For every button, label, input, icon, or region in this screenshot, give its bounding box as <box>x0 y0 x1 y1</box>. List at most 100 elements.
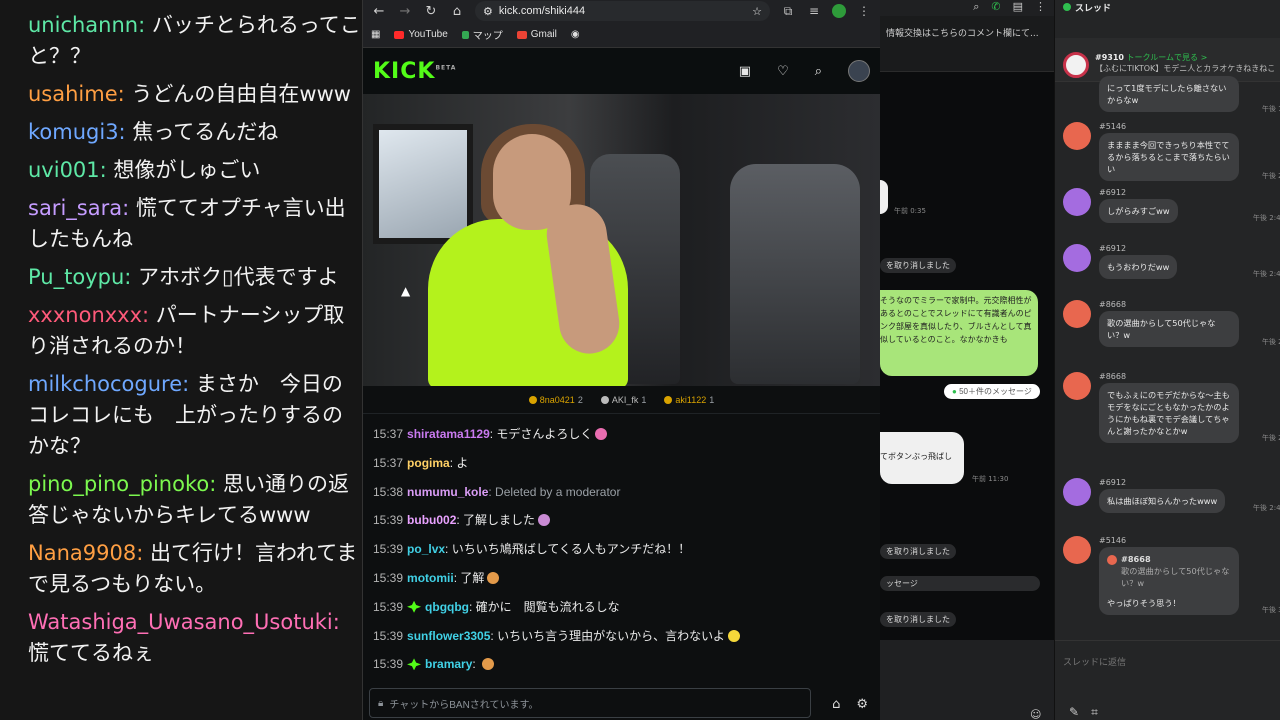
line-input-area[interactable]: ☺ <box>880 640 1054 720</box>
thread-message-body: #8668 歌の選曲からして50代じゃない？w <box>1099 300 1239 347</box>
thread-timestamp: 午後 2:43 <box>1253 270 1280 278</box>
thread-status-icon <box>1063 3 1071 11</box>
thread-message-body: #5146 まままま今回できっちり本性でてるから落ちるとこまで落ちたらいい <box>1099 122 1239 181</box>
forward-icon[interactable]: → <box>397 4 413 19</box>
bookmarks-bar: ▦ YouTube マップ Gmail ◉ <box>363 22 880 48</box>
chat-text: : いちいち言う理由がないから、言わないよ <box>490 628 725 643</box>
origin-avatar <box>1063 52 1089 78</box>
green-bubble[interactable]: そうなのでミラーで家制中。元交際相性があるとのことでスレッドにて有識者んのピンク… <box>880 290 1038 376</box>
crop-icon[interactable]: ⌗ <box>1091 705 1098 720</box>
chat-username[interactable]: numumu_kole <box>407 485 488 499</box>
line-announcement[interactable]: 情報交換はこちらのコメント欄にて... <box>880 16 1054 72</box>
settings-gear-icon[interactable]: ⚙ <box>856 697 868 712</box>
bookmark-youtube[interactable]: YouTube <box>394 29 448 40</box>
site-info-icon[interactable]: ⚙ <box>483 5 493 18</box>
top-gifter[interactable]: aki1122 1 <box>664 395 714 405</box>
kick-chat-message[interactable]: 15:39 bubu002: 了解しました <box>373 512 870 528</box>
thread-message[interactable]: #6912 しがらみすごww 午後 2:42 <box>1063 188 1280 223</box>
chat-input[interactable]: 🔒︎ チャットからBANされています。 <box>369 688 811 718</box>
chat-username[interactable]: bramary <box>425 657 472 671</box>
line-white-bubble-1 <box>880 180 888 214</box>
thread-timestamp: 午後 2: <box>1261 338 1280 346</box>
thread-message[interactable]: #6912 もうおわりだww 午後 2:43 <box>1063 244 1280 279</box>
emote-icon <box>487 571 500 584</box>
bookmark-star-icon[interactable]: ☆ <box>752 5 762 18</box>
thread-message[interactable]: #8668 歌の選曲からして50代じゃない？w 午後 2: <box>1063 300 1280 347</box>
profile-icon[interactable] <box>832 4 846 18</box>
kick-header-icons: ▣ ♡ ⌕ <box>739 60 870 82</box>
kick-chat-message[interactable]: 15:38 numumu_kole: Deleted by a moderator <box>373 484 870 500</box>
kick-chat-message[interactable]: 15:39 sunflower3305: いちいち言う理由がないから、言わないよ <box>373 628 870 644</box>
chat-username[interactable]: shiratama1129 <box>407 427 490 441</box>
gifter-count: 2 <box>577 394 583 405</box>
top-gifter[interactable]: 8na0421 2 <box>528 394 583 405</box>
member-id: #8668 <box>1099 300 1127 309</box>
kick-chat-message[interactable]: 15:39 motomii: 了解 <box>373 570 870 586</box>
chat-username[interactable]: bubu002 <box>407 513 456 527</box>
chat-username[interactable]: pogima <box>407 456 450 470</box>
url-bar: ← → ↻ ⌂ ⚙ kick.com/shiki444 ☆ ⧉ ≡ ⋮ <box>363 0 880 22</box>
home-icon[interactable]: ⌂ <box>449 4 465 19</box>
left-chat-message: pino_pino_pinoko: 思い通りの返答じゃないからキレてるwww <box>28 469 362 531</box>
search-icon[interactable]: ⌕ <box>815 64 822 79</box>
reload-icon[interactable]: ↻ <box>423 4 439 19</box>
chat-text: : <box>472 657 480 672</box>
chat-text: : Deleted by a moderator <box>488 484 621 499</box>
kick-chat-message[interactable]: 15:37 pogima: よ <box>373 455 870 471</box>
thread-bubble: 歌の選曲からして50代じゃない？w <box>1099 311 1239 347</box>
note-icon[interactable]: ▤ <box>1013 0 1023 16</box>
thread-message[interactable]: #8668 でもふぇにのモデだからな〜主もモデをなにごともなかったかのようにかもね… <box>1063 372 1280 443</box>
extensions-icon[interactable]: ⧉ <box>780 4 796 19</box>
bookmark-gmail[interactable]: Gmail <box>516 29 557 40</box>
apps-icon[interactable]: ▦ <box>371 29 380 40</box>
green-bubble-text: そうなのでミラーで家制中。元交際相性があるとのことでスレッドにて有識者んのピンク… <box>880 296 1032 344</box>
top-gifter[interactable]: AKI_fk 1 <box>600 395 646 405</box>
globe-icon[interactable]: ◉ <box>571 29 580 40</box>
thread-bubble-text: にって1度モデにしたら離さないからなw <box>1107 83 1227 105</box>
white-bubble[interactable]: てボタンぶっ飛ばし <box>880 432 964 484</box>
emoji-icon[interactable]: ☺ <box>1030 708 1041 720</box>
menu-icon[interactable]: ⋮ <box>856 4 872 18</box>
call-icon[interactable]: ✆ <box>991 0 1000 16</box>
stream-video[interactable]: ▲ <box>363 94 880 386</box>
back-icon[interactable]: ← <box>371 4 387 19</box>
menu-icon[interactable]: ⋮ <box>1035 0 1046 16</box>
kick-logo[interactable]: KICKBETA <box>373 59 456 84</box>
search-icon[interactable]: ⌕ <box>973 0 979 16</box>
emote-icon <box>538 514 551 527</box>
thread-bubble-text: でもふぇにのモデだからな〜主もモデをなにごともなかったかのようにかもね裏でモデ会… <box>1107 390 1230 436</box>
kick-chat-message[interactable]: 15:39 bramary: <box>373 656 870 672</box>
store-icon[interactable]: ⌂ <box>832 697 840 712</box>
thread-timestamp: 午後 2: <box>1261 434 1280 442</box>
reply-avatar <box>1107 555 1117 565</box>
more-messages-pill[interactable]: ● 50＋件のメッセージ <box>944 384 1040 399</box>
thread-message[interactable]: #5146 #8668 歌の選曲からして50代じゃない？w やっぱりそう思う！ 午後 3… <box>1063 536 1280 615</box>
thread-message[interactable]: にって1度モデにしたら離さないからなw 午後 1: <box>1063 76 1280 113</box>
chat-username: milkchocogure: <box>28 372 190 396</box>
media-icon[interactable]: ≡ <box>806 4 822 18</box>
kick-chat-message[interactable]: 15:39 qbgqbg: 確かに 閲覧も流れるしな <box>373 599 870 615</box>
attach-icon[interactable]: ✎ <box>1069 705 1079 720</box>
chat-username[interactable]: qbgqbg <box>425 600 469 614</box>
chat-username[interactable]: motomii <box>407 571 454 585</box>
member-avatar <box>1063 372 1091 400</box>
address-field[interactable]: ⚙ kick.com/shiki444 ☆ <box>475 1 770 21</box>
thread-message[interactable]: #5146 まままま今回できっちり本性でてるから落ちるとこまで落ちたらいい午後 2… <box>1063 122 1280 181</box>
more-messages-text: 50＋件のメッセージ <box>959 387 1032 396</box>
thread-input-tools: ✎ ⌗ <box>1069 705 1098 720</box>
bookmark-maps[interactable]: マップ <box>461 27 503 42</box>
browse-icon[interactable]: ▣ <box>739 64 751 79</box>
chat-username[interactable]: po_lvx <box>407 542 445 556</box>
kick-chat-message[interactable]: 15:37 shiratama1129: モデさんよろしく <box>373 426 870 442</box>
kick-chat-message[interactable]: 15:39 po_lvx: いちいち鳩飛ばしてくる人もアンチだね！！ <box>373 541 870 557</box>
chat-text: : よ <box>449 455 469 470</box>
thread-message[interactable]: #6912 私は曲ほぼ知らんかったwww 午後 2:46 <box>1063 478 1280 513</box>
chat-timestamp: 15:37 <box>373 455 404 470</box>
open-talkroom-link[interactable]: トークルームで見る > <box>1127 53 1208 62</box>
thread-reply-input[interactable]: スレッドに返信 ✎ ⌗ <box>1055 640 1280 720</box>
emote-icon <box>595 428 608 440</box>
chat-username[interactable]: sunflower3305 <box>407 629 490 643</box>
following-heart-icon[interactable]: ♡ <box>777 64 789 79</box>
thread-bubble-text: 歌の選曲からして50代じゃない？w <box>1107 318 1216 340</box>
user-avatar[interactable] <box>848 60 870 82</box>
